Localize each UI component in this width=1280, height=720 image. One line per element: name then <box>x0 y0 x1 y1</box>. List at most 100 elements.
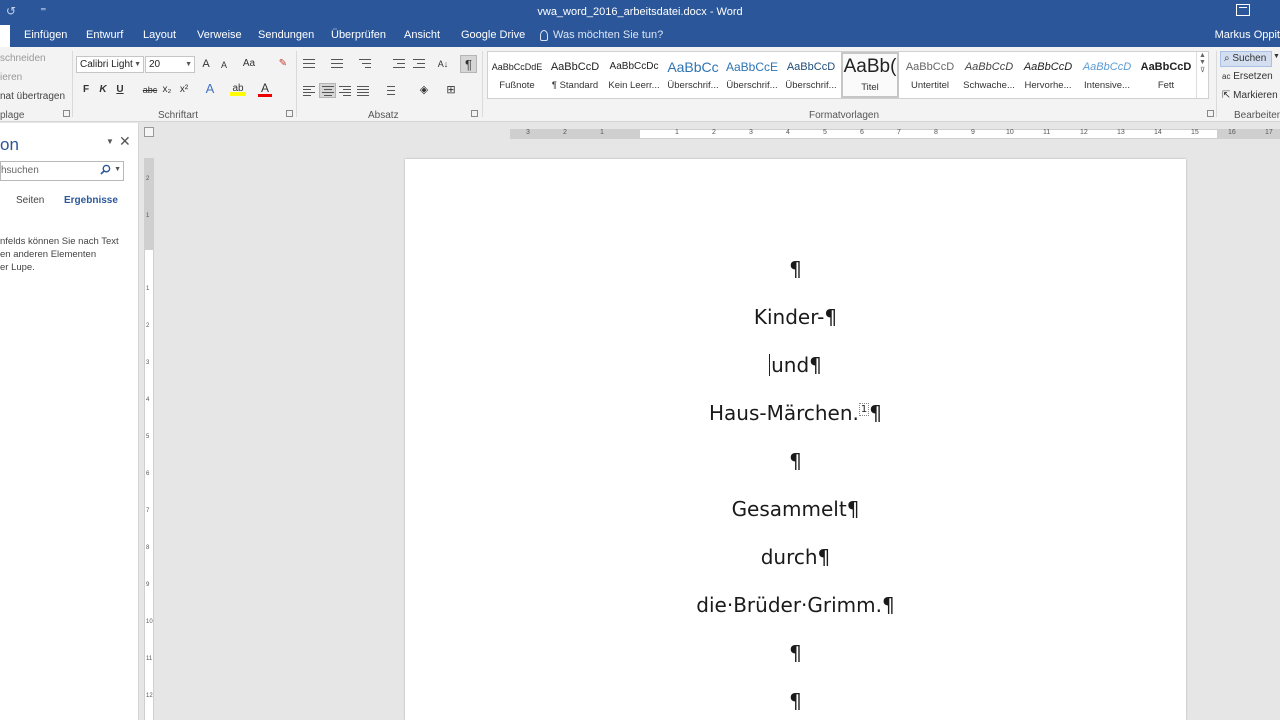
align-center-button[interactable] <box>319 83 336 98</box>
vertical-ruler[interactable]: 2 1 1 2 3 4 5 6 7 8 9 10 11 12 <box>144 158 154 720</box>
style-standard[interactable]: AaBbCcD ¶ Standard <box>546 52 604 98</box>
style-intense-emphasis[interactable]: AaBbCcD Intensive... <box>1078 52 1136 98</box>
paragraph-line[interactable]: ¶ <box>405 449 1186 473</box>
style-subtitle[interactable]: AaBbCcD Untertitel <box>901 52 959 98</box>
superscript-button[interactable]: x² <box>177 83 191 97</box>
paragraph-line[interactable]: ¶ <box>405 641 1186 665</box>
font-color-icon[interactable]: A <box>258 82 272 97</box>
tell-me-box[interactable]: Was möchten Sie tun? <box>540 29 663 41</box>
paragraph-line[interactable]: Haus-Märchen. 1 ¶ <box>405 401 1186 425</box>
format-painter-button[interactable]: nat übertragen <box>0 91 65 102</box>
style-heading-2[interactable]: AaBbCcE Überschrif... <box>723 52 781 98</box>
tab-google-drive[interactable]: Google Drive <box>461 29 525 41</box>
ruler-number: 1 <box>675 129 679 136</box>
select-button[interactable]: ⇱ Markieren <box>1222 90 1278 101</box>
clipboard-launcher[interactable] <box>63 110 70 117</box>
separator <box>296 51 297 117</box>
paragraph-line[interactable]: Gesammelt¶ <box>405 497 1186 521</box>
styles-launcher[interactable] <box>1207 110 1214 117</box>
tab-verweise[interactable]: Verweise <box>197 29 242 41</box>
text-effects-icon[interactable]: A <box>203 82 217 96</box>
navigation-pane: on ▼ ✕ hsuchen ▼ Seiten Ergebnisse nfeld… <box>0 123 139 720</box>
document-page[interactable]: ¶ Kinder-¶ und¶ Haus-Märchen. 1 ¶ ¶ Gesamm… <box>405 159 1186 720</box>
align-right-icon[interactable] <box>339 85 353 97</box>
style-strong[interactable]: AaBbCcD Fett <box>1137 52 1195 98</box>
paragraph-line[interactable]: durch¶ <box>405 545 1186 569</box>
replace-button[interactable]: ac Ersetzen <box>1222 71 1273 82</box>
user-name[interactable]: Markus Oppit <box>1215 29 1280 41</box>
tab-start-active[interactable] <box>0 25 10 47</box>
clear-formatting-icon[interactable]: ✎ <box>276 57 290 71</box>
styles-gallery: AaBbCcDdE Fußnote AaBbCcD ¶ Standard AaB… <box>487 51 1209 99</box>
justify-icon[interactable] <box>357 85 371 97</box>
tab-einfuegen[interactable]: Einfügen <box>24 29 67 41</box>
copy-button[interactable]: ieren <box>0 72 22 83</box>
underline-button[interactable]: U <box>114 83 126 97</box>
show-formatting-marks-button[interactable]: ¶ <box>460 55 477 73</box>
paragraph-line[interactable]: und¶ <box>405 353 1186 377</box>
shrink-font-icon[interactable]: A <box>218 58 230 72</box>
strikethrough-button[interactable]: abc <box>141 83 159 97</box>
ruler-number: 2 <box>146 323 150 329</box>
tab-ansicht[interactable]: Ansicht <box>404 29 440 41</box>
title-bar: ↺ ⁼ vwa_word_2016_arbeitsdatei.docx - Wo… <box>0 0 1280 25</box>
style-heading-3[interactable]: AaBbCcD Überschrif... <box>782 52 840 98</box>
cut-button[interactable]: schneiden <box>0 53 46 64</box>
nav-search-input[interactable]: hsuchen ▼ <box>0 161 124 181</box>
ribbon-display-options-icon[interactable] <box>1236 4 1250 16</box>
close-icon[interactable]: ✕ <box>119 133 131 150</box>
tab-selector[interactable] <box>144 127 154 137</box>
style-emphasis[interactable]: AaBbCcD Hervorhe... <box>1019 52 1077 98</box>
tab-entwurf[interactable]: Entwurf <box>86 29 123 41</box>
ruler-number: 6 <box>146 471 150 477</box>
bold-button[interactable]: F <box>80 83 92 97</box>
font-name-box[interactable]: Calibri Light ▼ <box>76 56 144 73</box>
chevron-down-icon[interactable]: ▼ <box>106 137 114 146</box>
chevron-down-icon[interactable]: ▼ <box>114 166 121 173</box>
font-launcher[interactable] <box>286 110 293 117</box>
borders-icon[interactable]: ⊞ <box>444 83 458 97</box>
decrease-indent-icon[interactable] <box>393 58 407 70</box>
tab-sendungen[interactable]: Sendungen <box>258 29 314 41</box>
highlight-icon[interactable]: ab <box>230 82 246 96</box>
chevron-down-icon[interactable]: ▼ <box>1273 53 1280 60</box>
tab-layout[interactable]: Layout <box>143 29 176 41</box>
ruler-number: 10 <box>146 619 153 625</box>
style-name: Fußnote <box>499 80 535 91</box>
gallery-scrollbar[interactable]: ▲ ▼ ⊽ <box>1196 52 1208 98</box>
subscript-button[interactable]: x₂ <box>160 83 174 97</box>
nav-help-text: nfelds können Sie nach Text en anderen E… <box>0 235 130 274</box>
tab-ueberpruefen[interactable]: Überprüfen <box>331 29 386 41</box>
tab-pages[interactable]: Seiten <box>16 195 44 206</box>
style-footnote[interactable]: AaBbCcDdE Fußnote <box>488 52 546 98</box>
horizontal-ruler[interactable]: 3 2 1 1 2 3 4 5 6 7 8 9 10 11 12 13 14 1… <box>510 129 1280 139</box>
style-title[interactable]: AaBb( Titel <box>841 52 899 98</box>
paragraph-line[interactable]: die·Brüder·Grimm.¶ <box>405 593 1186 617</box>
increase-indent-icon[interactable] <box>413 58 427 70</box>
style-sample: AaBbCcDdE <box>491 62 543 72</box>
paragraph-line[interactable]: Kinder-¶ <box>405 305 1186 329</box>
align-left-icon[interactable] <box>303 85 317 97</box>
change-case-icon[interactable]: Aa <box>240 57 258 71</box>
search-button[interactable]: ⌕ Suchen <box>1220 51 1272 67</box>
paragraph-launcher[interactable] <box>471 110 478 117</box>
ruler-number: 7 <box>146 508 150 514</box>
paragraph-line[interactable]: ¶ <box>405 257 1186 281</box>
style-no-spacing[interactable]: AaBbCcDc Kein Leerr... <box>605 52 663 98</box>
shading-icon[interactable]: ◈ <box>417 83 431 97</box>
search-icon[interactable] <box>100 164 111 175</box>
bullets-icon[interactable] <box>303 58 317 70</box>
font-size-box[interactable]: 20 ▼ <box>145 56 195 73</box>
footnote-reference[interactable]: 1 <box>858 403 870 416</box>
grow-font-icon[interactable]: A <box>200 57 212 71</box>
style-sample: AaBbCc <box>667 59 719 75</box>
multilevel-list-icon[interactable] <box>359 58 373 70</box>
style-heading-1[interactable]: AaBbCc Überschrif... <box>664 52 722 98</box>
numbering-icon[interactable] <box>331 58 345 70</box>
italic-button[interactable]: K <box>97 83 109 97</box>
tab-results[interactable]: Ergebnisse <box>64 195 118 206</box>
line-spacing-icon[interactable] <box>383 85 397 97</box>
sort-icon[interactable]: A↓ <box>435 57 451 71</box>
style-subtle-emphasis[interactable]: AaBbCcD Schwache... <box>960 52 1018 98</box>
paragraph-line[interactable]: ¶ <box>405 689 1186 713</box>
